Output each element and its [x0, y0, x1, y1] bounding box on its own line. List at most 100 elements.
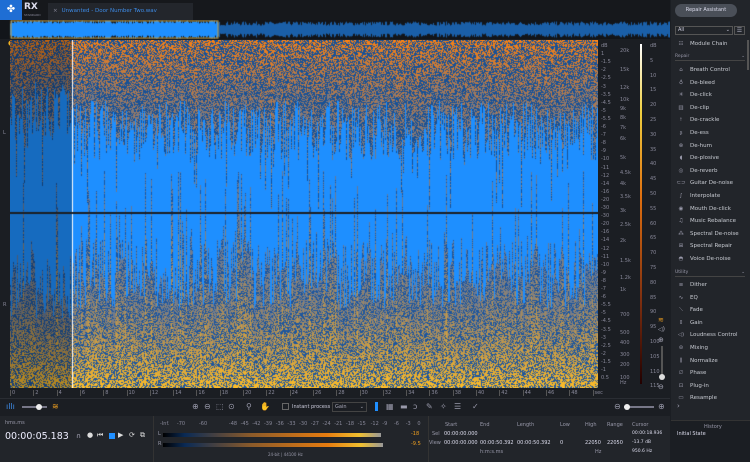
- menu-icon[interactable]: ☰: [734, 26, 745, 35]
- db-tick-label: -8: [601, 277, 606, 284]
- module-item[interactable]: ◎ De-reverb: [675, 165, 747, 177]
- repair-assistant-button[interactable]: Repair Assistant: [675, 4, 737, 17]
- magic-wand-tool[interactable]: ✧: [440, 402, 447, 411]
- history-item[interactable]: Initial State: [677, 431, 706, 437]
- time-format-select[interactable]: hms.ms: [5, 420, 25, 426]
- module-item[interactable]: ⌂ Breath Control: [675, 64, 747, 76]
- module-item[interactable]: ▥ De-clip: [675, 102, 747, 114]
- module-chain[interactable]: ☷ Module Chain: [675, 38, 747, 50]
- zoom-in-icon[interactable]: ⊕: [192, 402, 199, 411]
- module-filter-select[interactable]: All ⌄: [675, 26, 733, 35]
- izotope-logo: ✤: [0, 0, 22, 20]
- freq-range[interactable]: 22050: [607, 440, 623, 446]
- time-selection-tool[interactable]: [375, 402, 378, 411]
- process-mode-select[interactable]: Gain ⌄: [332, 402, 367, 412]
- stop-icon[interactable]: [109, 433, 115, 439]
- meter-bar-r: [163, 443, 383, 447]
- view-start[interactable]: 00:00:00.000: [444, 440, 478, 446]
- db-tick-label: -3.5: [601, 326, 611, 333]
- time-freq-selection-tool[interactable]: ▬: [400, 402, 408, 411]
- module-item[interactable]: ✳ De-click: [675, 89, 747, 101]
- meter-scale-label: -Inf.: [160, 421, 170, 427]
- click-icon: ✳: [678, 92, 684, 99]
- view-end[interactable]: 00:00:50.392: [480, 440, 514, 446]
- harmonic-selection-tool[interactable]: ☰: [454, 402, 461, 411]
- module-item[interactable]: ∫ Interpolate: [675, 190, 747, 202]
- module-item[interactable]: ⊗ De-hum: [675, 140, 747, 152]
- db-tick-label: -9: [601, 148, 606, 155]
- horizontal-zoom-slider[interactable]: [624, 404, 654, 410]
- module-item[interactable]: ♁ De-bleed: [675, 77, 747, 89]
- spectrogram-toggle-icon[interactable]: ≋: [658, 316, 664, 324]
- instant-process-label: Instant process: [292, 404, 331, 410]
- module-item[interactable]: ◖ De-plosive: [675, 152, 747, 164]
- module-item[interactable]: ⇕ Gain: [675, 317, 747, 329]
- module-item[interactable]: ≡ Dither: [675, 279, 747, 291]
- headphones-icon[interactable]: ∩: [76, 432, 81, 440]
- find-similar-icon[interactable]: ✓: [472, 402, 479, 411]
- instant-process-checkbox[interactable]: [282, 403, 289, 410]
- speaker-icon[interactable]: ◁): [658, 326, 665, 333]
- length-header: Length: [517, 422, 535, 428]
- brush-tool[interactable]: ✎: [426, 402, 433, 411]
- magnify-icon[interactable]: ⚲: [246, 402, 252, 411]
- frequency-selection-tool[interactable]: ▦: [386, 402, 394, 411]
- module-item[interactable]: ⟊ De-crackle: [675, 114, 747, 126]
- freq-high[interactable]: 22050: [585, 440, 601, 446]
- zoom-out-horizontal-icon[interactable]: ⊖: [614, 402, 621, 411]
- sel-label: Sel: [432, 431, 440, 437]
- repair-section-header[interactable]: Repair ⌄: [675, 52, 745, 61]
- loop-icon[interactable]: ⟳: [129, 431, 135, 439]
- waveform-overview[interactable]: [0, 20, 670, 39]
- module-item[interactable]: ∿ EQ: [675, 292, 747, 304]
- module-item[interactable]: ⊚ Mixing: [675, 342, 747, 354]
- rewind-icon[interactable]: ⏮: [97, 431, 103, 440]
- record-icon[interactable]: ●: [87, 431, 93, 439]
- zoom-out-vertical-icon[interactable]: ⊖: [658, 383, 664, 391]
- play-selection-icon[interactable]: ⧉: [140, 431, 145, 440]
- db-tick-label: -10: [601, 156, 610, 163]
- zoom-fit-icon[interactable]: ⊙: [228, 402, 235, 411]
- module-scrollbar[interactable]: [747, 40, 749, 70]
- module-item[interactable]: ∅ Phase: [675, 367, 747, 379]
- hand-icon[interactable]: ✋: [260, 402, 270, 411]
- lasso-tool[interactable]: ↄ: [413, 402, 417, 411]
- view-length[interactable]: 00:00:50.392: [517, 440, 551, 446]
- play-icon[interactable]: ▶: [118, 431, 123, 439]
- vertical-zoom-slider[interactable]: [659, 346, 665, 380]
- gain-icon: ⇕: [678, 319, 684, 326]
- module-item[interactable]: ⫼ Normalize: [675, 355, 747, 367]
- file-tab-label: Unwanted - Door Number Two.wav: [61, 8, 157, 14]
- utility-section-header[interactable]: Utility ⌄: [675, 268, 745, 277]
- module-label: De-click: [690, 92, 712, 99]
- file-tab[interactable]: × Unwanted - Door Number Two.wav: [48, 3, 193, 20]
- module-item[interactable]: ▭ Resample: [675, 392, 747, 404]
- spectrogram[interactable]: [10, 40, 598, 388]
- module-item[interactable]: ⊡ Plug-in: [675, 380, 747, 392]
- freq-low[interactable]: 0: [560, 440, 563, 446]
- hz-tick-label: 1.2k: [620, 275, 631, 281]
- zoom-out-icon[interactable]: ⊖: [204, 402, 211, 411]
- module-item[interactable]: ♫ Music Rebalance: [675, 215, 747, 227]
- view-blend-slider[interactable]: [22, 404, 47, 410]
- db-tick-label: 1: [601, 51, 605, 58]
- module-item[interactable]: ⊞ Spectral Repair: [675, 240, 747, 252]
- spectro-db-tick-label: 35: [650, 146, 657, 153]
- zoom-selection-icon[interactable]: ⬚: [216, 402, 224, 411]
- module-item[interactable]: ⁂ Spectral De-noise: [675, 228, 747, 240]
- spectro-db-tick-label: dB: [650, 43, 657, 49]
- module-item[interactable]: ⟍ Fade: [675, 304, 747, 316]
- module-item[interactable]: ʂ De-ess: [675, 127, 747, 139]
- module-label: Phase: [690, 370, 707, 377]
- module-item[interactable]: ◉ Mouth De-click: [675, 203, 747, 215]
- ess-icon: ʂ: [679, 130, 683, 136]
- module-item[interactable]: ◓ Voice De-noise: [675, 253, 747, 265]
- waveform-view-icon[interactable]: ıllı: [6, 402, 15, 411]
- zoom-in-horizontal-icon[interactable]: ⊕: [658, 402, 665, 411]
- module-item[interactable]: ⊂⊃ Guitar De-noise: [675, 177, 747, 189]
- spectrogram-view-icon[interactable]: ≋: [52, 402, 59, 411]
- module-item[interactable]: ◁) Loudness Control: [675, 329, 747, 341]
- sel-start[interactable]: 00:00:00.000: [444, 431, 478, 437]
- zoom-in-vertical-icon[interactable]: ⊕: [658, 336, 664, 344]
- close-tab-icon[interactable]: ×: [53, 8, 58, 14]
